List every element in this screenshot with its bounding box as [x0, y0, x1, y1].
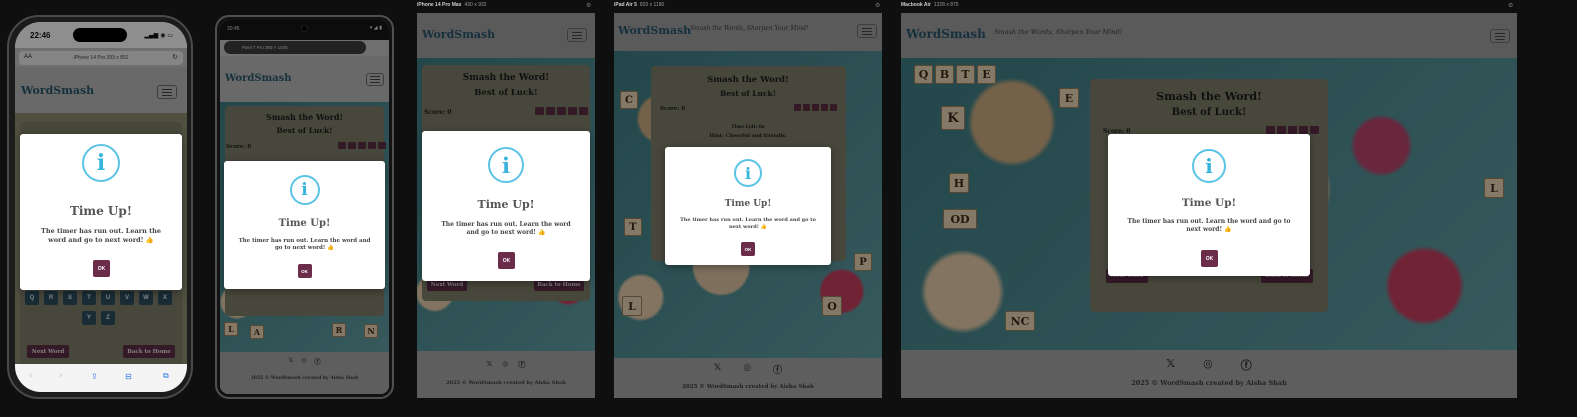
device-label: Macbook Air 1328 x 875: [901, 2, 959, 8]
modal-message: The timer has run out. Learn the word an…: [238, 238, 371, 252]
iphone14promax-screen: WordSmash Smash the Word! Best of Luck! …: [417, 13, 595, 398]
time-up-modal: i Time Up! The timer has run out. Learn …: [224, 161, 385, 289]
iphone14pro-screen: 22:46 ▂▄▆ ◉ ▭ AA iPhone 14 Pro 393 x 852…: [15, 22, 187, 392]
info-icon: i: [289, 175, 320, 205]
ok-button[interactable]: OK: [498, 252, 515, 269]
modal-message: The timer has run out. Learn the word an…: [680, 217, 816, 230]
ok-button[interactable]: OK: [93, 260, 110, 277]
time-up-modal: i Time Up! The timer has run out. Learn …: [1108, 134, 1310, 276]
time-up-modal: i Time Up! The timer has run out. Learn …: [422, 131, 590, 281]
modal-title: Time Up!: [278, 218, 331, 229]
info-icon: i: [82, 144, 120, 182]
bookmarks-icon[interactable]: ⊟: [125, 372, 132, 381]
ok-button[interactable]: OK: [741, 242, 755, 256]
info-icon: i: [1192, 149, 1226, 183]
tabs-icon[interactable]: ⧉: [163, 371, 169, 381]
ok-button[interactable]: OK: [297, 264, 312, 278]
ipadair-screen: WordSmash Smash the Words, Sharpen Your …: [614, 13, 882, 398]
ok-button[interactable]: OK: [1201, 250, 1218, 267]
time-up-modal: i Time Up! The timer has run out. Learn …: [20, 134, 182, 290]
back-icon[interactable]: ‹: [29, 371, 33, 381]
modal-title: Time Up!: [724, 199, 772, 209]
modal-title: Time Up!: [69, 204, 133, 218]
settings-dot-icon[interactable]: ⚙: [586, 2, 591, 9]
settings-dot-icon[interactable]: ⚙: [875, 2, 880, 9]
modal-message: The timer has run out. Learn the word an…: [1127, 218, 1291, 234]
browser-toolbar: [15, 364, 187, 392]
modal-message: The timer has run out. Learn the word an…: [441, 221, 571, 237]
settings-dot-icon[interactable]: ⚙: [1508, 2, 1513, 9]
info-icon: i: [734, 159, 762, 187]
modal-title: Time Up!: [1181, 197, 1237, 209]
pixel7-screen: 20:45 ▾ ◢ ▮ Pixel 7 Pro 393 × 1040 ▢ ⋮ W…: [220, 20, 389, 394]
device-label: iPhone 14 Pro Max 430 x 932: [417, 2, 487, 8]
share-icon[interactable]: ⇪: [91, 372, 98, 381]
info-icon: i: [488, 147, 524, 183]
modal-message: The timer has run out. Learn the word an…: [41, 227, 161, 244]
time-up-modal: i Time Up! The timer has run out. Learn …: [665, 147, 831, 265]
macbookair-screen: WordSmash Smash the Words, Sharpen Your …: [901, 13, 1517, 398]
device-label: iPad Air 5 820 x 1180: [614, 2, 665, 8]
modal-title: Time Up!: [477, 198, 535, 211]
forward-icon[interactable]: ›: [59, 371, 63, 381]
